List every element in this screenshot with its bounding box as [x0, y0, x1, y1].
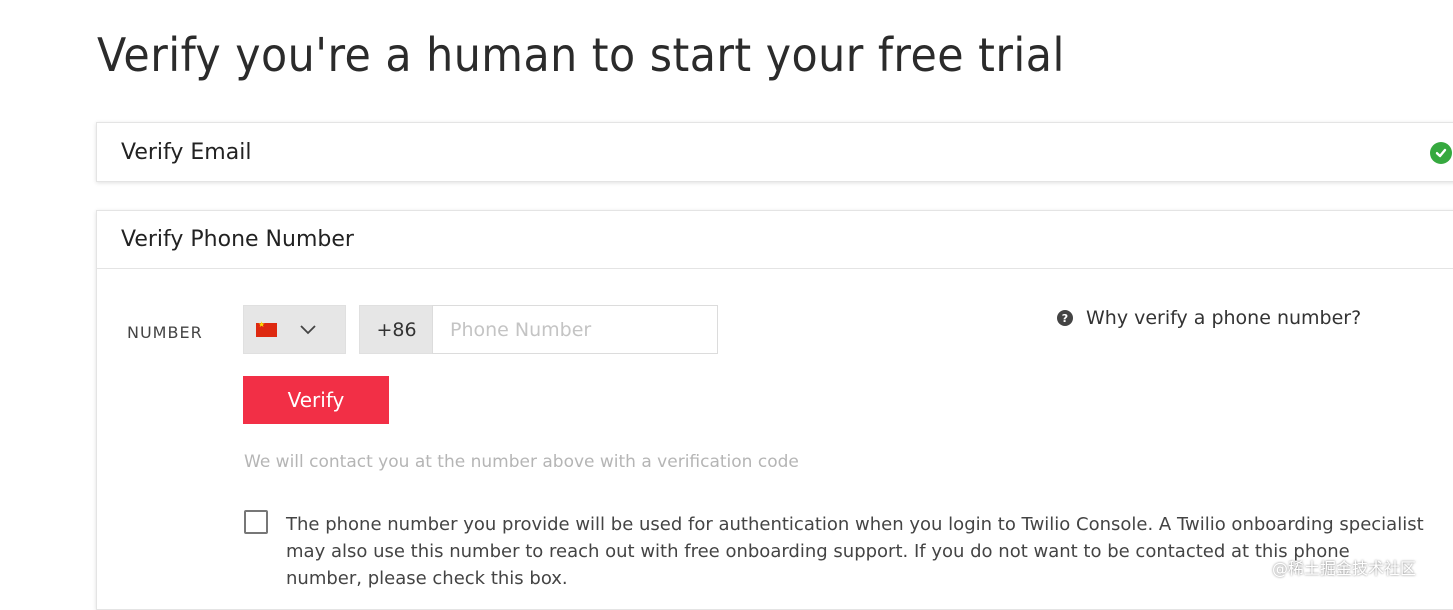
why-verify-label: Why verify a phone number? [1086, 307, 1362, 329]
verify-button[interactable]: Verify [243, 376, 389, 424]
watermark: @稀土掘金技术社区 [1272, 559, 1417, 578]
verify-email-panel[interactable]: Verify Email [96, 122, 1453, 182]
verify-email-title: Verify Email [121, 139, 252, 165]
verification-hint: We will contact you at the number above … [244, 452, 799, 472]
question-circle-icon: ? [1057, 310, 1073, 326]
chevron-down-icon [300, 324, 316, 334]
page-title: Verify you're a human to start your free… [97, 28, 1065, 82]
opt-out-checkbox[interactable] [244, 510, 268, 534]
number-label: NUMBER [127, 323, 203, 342]
consent-text: The phone number you provide will be use… [286, 514, 1424, 589]
check-circle-icon [1430, 142, 1452, 164]
verify-phone-title: Verify Phone Number [97, 211, 1453, 269]
china-flag-icon [256, 320, 277, 337]
why-verify-link[interactable]: ? Why verify a phone number? [1057, 307, 1361, 329]
country-code-select[interactable] [243, 305, 346, 354]
phone-number-input[interactable] [432, 305, 718, 354]
dial-code: +86 [359, 305, 433, 354]
verify-phone-panel: Verify Phone Number NUMBER +86 ? Why ver… [96, 210, 1453, 610]
